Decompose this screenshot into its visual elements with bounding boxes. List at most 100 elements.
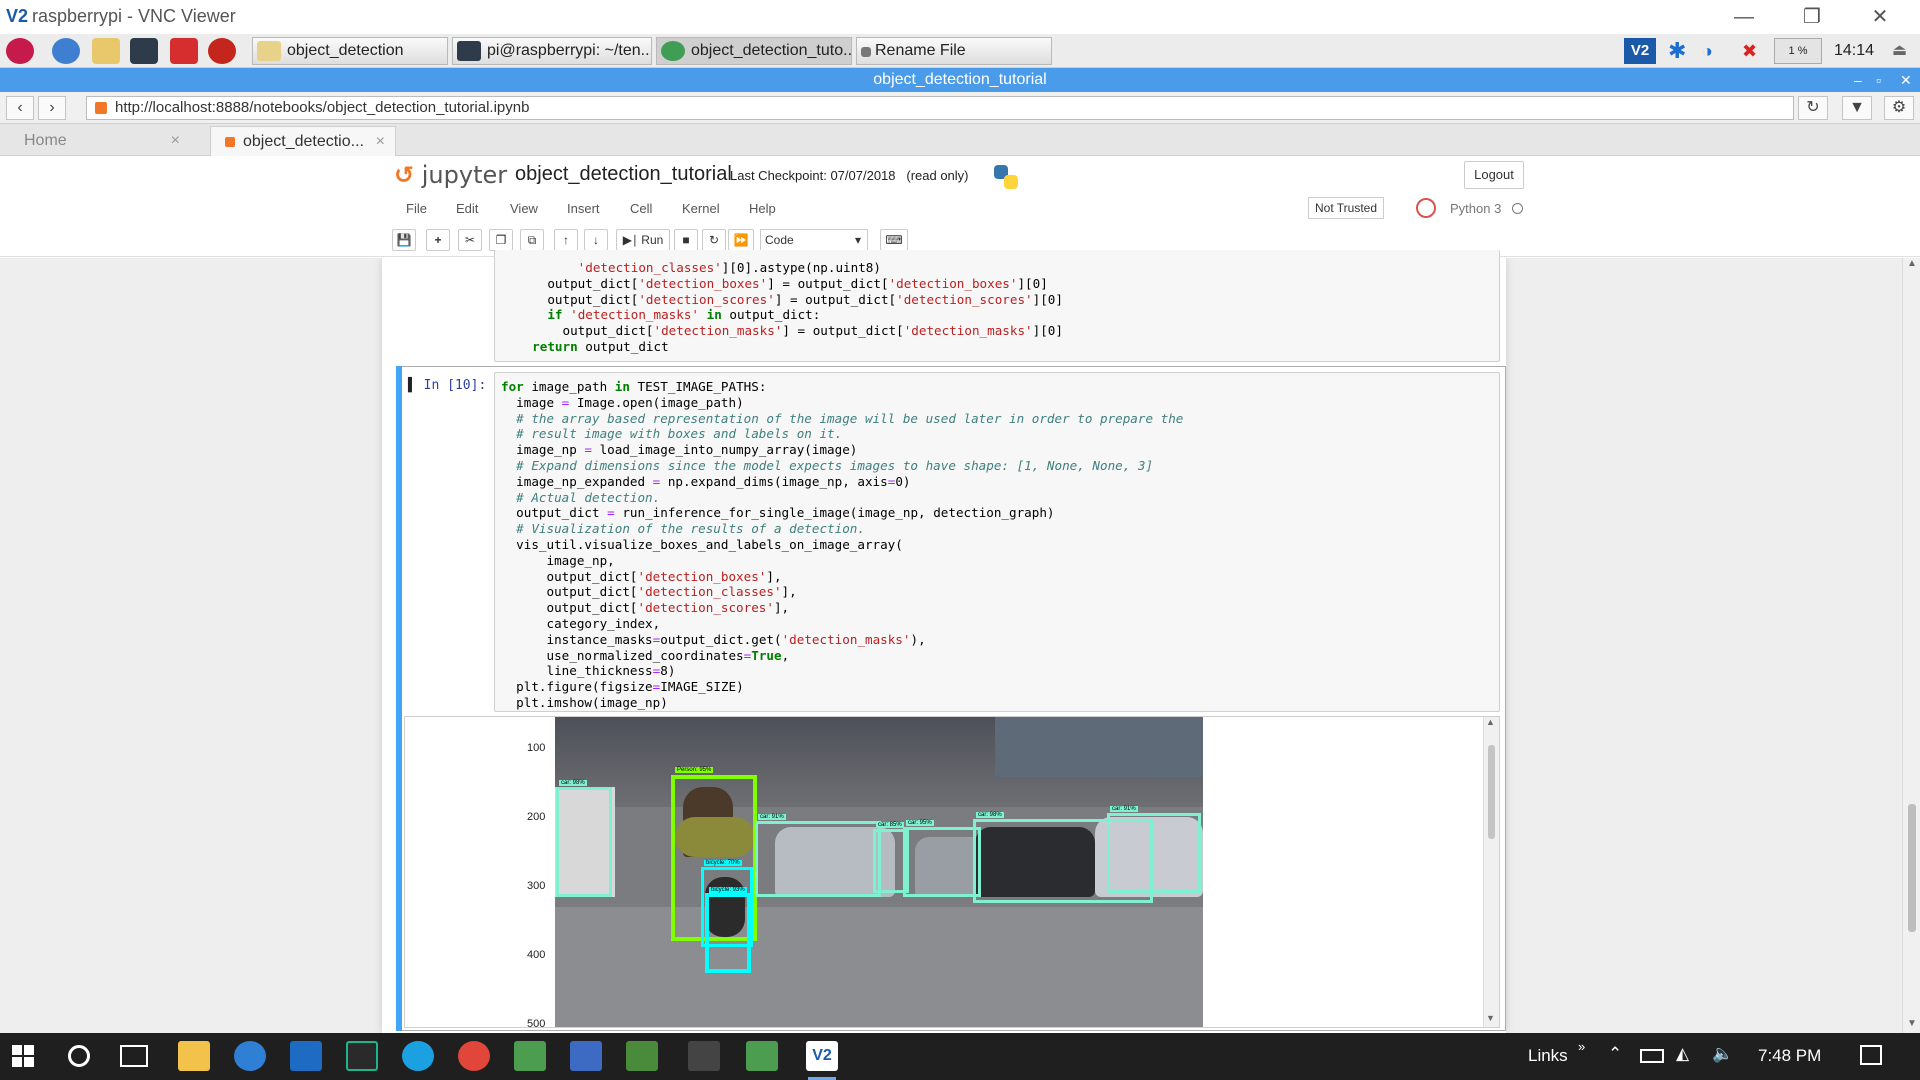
paste-button[interactable]: ⧉ xyxy=(520,229,544,251)
file-explorer-icon[interactable] xyxy=(178,1041,210,1071)
code-editor[interactable]: for image_path in TEST_IMAGE_PATHS: imag… xyxy=(494,372,1500,712)
scroll-up-icon[interactable]: ▲ xyxy=(1905,258,1919,272)
code-token: ] = output_dict[ xyxy=(782,323,904,339)
mathematica-icon[interactable] xyxy=(208,38,236,64)
code-line: # the array based representation of the … xyxy=(501,411,1499,427)
code-line: 'detection_classes'][0].astype(np.uint8) xyxy=(517,260,1499,276)
browser-maximize-icon[interactable]: ▫ xyxy=(1876,68,1881,92)
close-icon[interactable]: ✕ xyxy=(1852,2,1908,32)
browser-close-icon[interactable]: ✕ xyxy=(1900,68,1912,92)
code-token: return xyxy=(532,338,578,354)
settings-gear-icon[interactable]: ⚙ xyxy=(1884,96,1914,120)
cut-button[interactable]: ✂ xyxy=(458,229,482,251)
outlook-icon[interactable] xyxy=(290,1041,322,1071)
not-trusted-badge[interactable]: Not Trusted xyxy=(1308,197,1384,219)
move-down-button[interactable]: ↓ xyxy=(584,229,608,251)
previous-code-cell[interactable]: 'detection_classes'][0].astype(np.uint8)… xyxy=(494,250,1500,362)
terminal-icon[interactable] xyxy=(130,38,158,64)
scroll-up-icon[interactable]: ▲ xyxy=(1486,717,1495,727)
chevron-up-icon[interactable]: ⌃ xyxy=(1608,1044,1622,1064)
scroll-down-icon[interactable]: ▼ xyxy=(1905,1018,1919,1032)
calculator-icon[interactable] xyxy=(346,1041,378,1071)
battery-icon[interactable] xyxy=(1640,1049,1664,1063)
restart-run-all-button[interactable]: ⏩ xyxy=(728,229,754,251)
run-button[interactable]: ▶∣ Run xyxy=(616,229,670,251)
network-app-icon[interactable] xyxy=(570,1041,602,1071)
scroll-down-icon[interactable]: ▼ xyxy=(1486,1013,1495,1023)
cell-type-select[interactable]: Code ▾ xyxy=(760,229,868,251)
code-line: output_dict['detection_boxes'], xyxy=(501,569,1499,585)
volume-icon[interactable]: 🔈 xyxy=(1712,1044,1733,1064)
y-tick-500: 500 xyxy=(527,1018,546,1028)
save-button[interactable]: 💾 xyxy=(392,229,416,251)
skype-icon[interactable] xyxy=(402,1041,434,1071)
back-button[interactable]: ‹ xyxy=(6,96,34,120)
tab-close-icon[interactable]: × xyxy=(171,126,180,156)
volume-muted-icon[interactable]: ✖ xyxy=(1742,38,1762,64)
vnc-viewer-icon[interactable]: V2 xyxy=(806,1041,838,1071)
windows-clock[interactable]: 7:48 PM xyxy=(1758,1046,1821,1066)
menu-cell[interactable]: Cell xyxy=(630,201,652,216)
notebook-name[interactable]: object_detection_tutorial xyxy=(515,163,732,186)
logout-button[interactable]: Logout xyxy=(1464,161,1524,189)
tab-home[interactable]: Home × xyxy=(0,126,190,156)
task-view-icon[interactable] xyxy=(120,1045,148,1067)
raspberry-menu-icon[interactable] xyxy=(6,38,34,64)
windows-start-icon[interactable] xyxy=(12,1045,34,1067)
url-input[interactable]: http://localhost:8888/notebooks/object_d… xyxy=(86,96,1794,120)
command-palette-button[interactable]: ⌨ xyxy=(880,229,908,251)
task-object-detection-folder[interactable]: object_detection xyxy=(252,37,448,65)
interrupt-button[interactable]: ■ xyxy=(674,229,698,251)
links-toolbar[interactable]: Links xyxy=(1528,1046,1568,1066)
menu-file[interactable]: File xyxy=(406,201,427,216)
jupyter-logo[interactable]: ↺ jupyter xyxy=(394,161,507,189)
vnc-tray-icon[interactable]: V2 xyxy=(1624,38,1656,64)
tab-notebook[interactable]: object_detectio... × xyxy=(210,126,396,156)
move-up-button[interactable]: ↑ xyxy=(554,229,578,251)
menu-insert[interactable]: Insert xyxy=(567,201,600,216)
code-token: image_np xyxy=(501,442,585,458)
code-line: if 'detection_masks' in output_dict: xyxy=(517,307,1499,323)
network-icon[interactable]: ◭ xyxy=(1676,1044,1689,1064)
browser-minimize-icon[interactable]: – xyxy=(1854,68,1862,92)
downloads-button[interactable]: ▼ xyxy=(1842,96,1872,120)
app-icon-green[interactable] xyxy=(514,1041,546,1071)
forward-button[interactable]: › xyxy=(38,96,66,120)
menu-kernel[interactable]: Kernel xyxy=(682,201,720,216)
task-terminal[interactable]: pi@raspberrypi: ~/ten... xyxy=(452,37,652,65)
copy-button[interactable]: ❐ xyxy=(489,229,513,251)
wolfram-icon[interactable] xyxy=(170,38,198,64)
wifi-icon[interactable]: ◑ xyxy=(1702,38,1730,64)
notifications-icon[interactable] xyxy=(1860,1045,1882,1065)
code-token: line_thickness xyxy=(501,663,653,679)
web-browser-icon[interactable] xyxy=(52,38,80,64)
edge-icon[interactable] xyxy=(234,1041,266,1071)
menu-help[interactable]: Help xyxy=(749,201,776,216)
menu-edit[interactable]: Edit xyxy=(456,201,478,216)
code-token: 'detection_masks' xyxy=(781,631,911,647)
insert-cell-button[interactable]: + xyxy=(426,229,450,251)
search-icon[interactable] xyxy=(68,1045,90,1067)
toolbar-expand-icon[interactable]: » xyxy=(1578,1039,1585,1054)
file-manager-icon[interactable] xyxy=(92,38,120,64)
chevron-down-icon: ▾ xyxy=(854,233,861,247)
restore-icon[interactable]: ❐ xyxy=(1784,2,1840,32)
output-scrollbar[interactable]: ▲ ▼ xyxy=(1483,717,1499,1027)
code-token: for xyxy=(501,379,524,394)
minimize-icon[interactable]: — xyxy=(1716,2,1772,32)
eject-icon[interactable]: ⏏ xyxy=(1892,38,1912,64)
app-icon-green-2[interactable] xyxy=(746,1041,778,1071)
task-browser[interactable]: object_detection_tuto... xyxy=(656,37,852,65)
spreadsheet-icon[interactable] xyxy=(626,1041,658,1071)
notebook-scrollbar[interactable]: ▲ ▼ xyxy=(1902,258,1920,1033)
chrome-icon[interactable] xyxy=(458,1041,490,1071)
console-icon[interactable] xyxy=(688,1041,720,1071)
task-rename-file[interactable]: Rename File xyxy=(856,37,1052,65)
restart-button[interactable]: ↻ xyxy=(702,229,726,251)
scrollbar-thumb[interactable] xyxy=(1908,804,1916,932)
bluetooth-icon[interactable]: ✱ xyxy=(1668,38,1688,64)
menu-view[interactable]: View xyxy=(510,201,538,216)
output-scrollbar-thumb[interactable] xyxy=(1488,745,1495,839)
reload-button[interactable]: ↻ xyxy=(1798,96,1828,120)
tab-close-icon[interactable]: × xyxy=(376,127,385,157)
